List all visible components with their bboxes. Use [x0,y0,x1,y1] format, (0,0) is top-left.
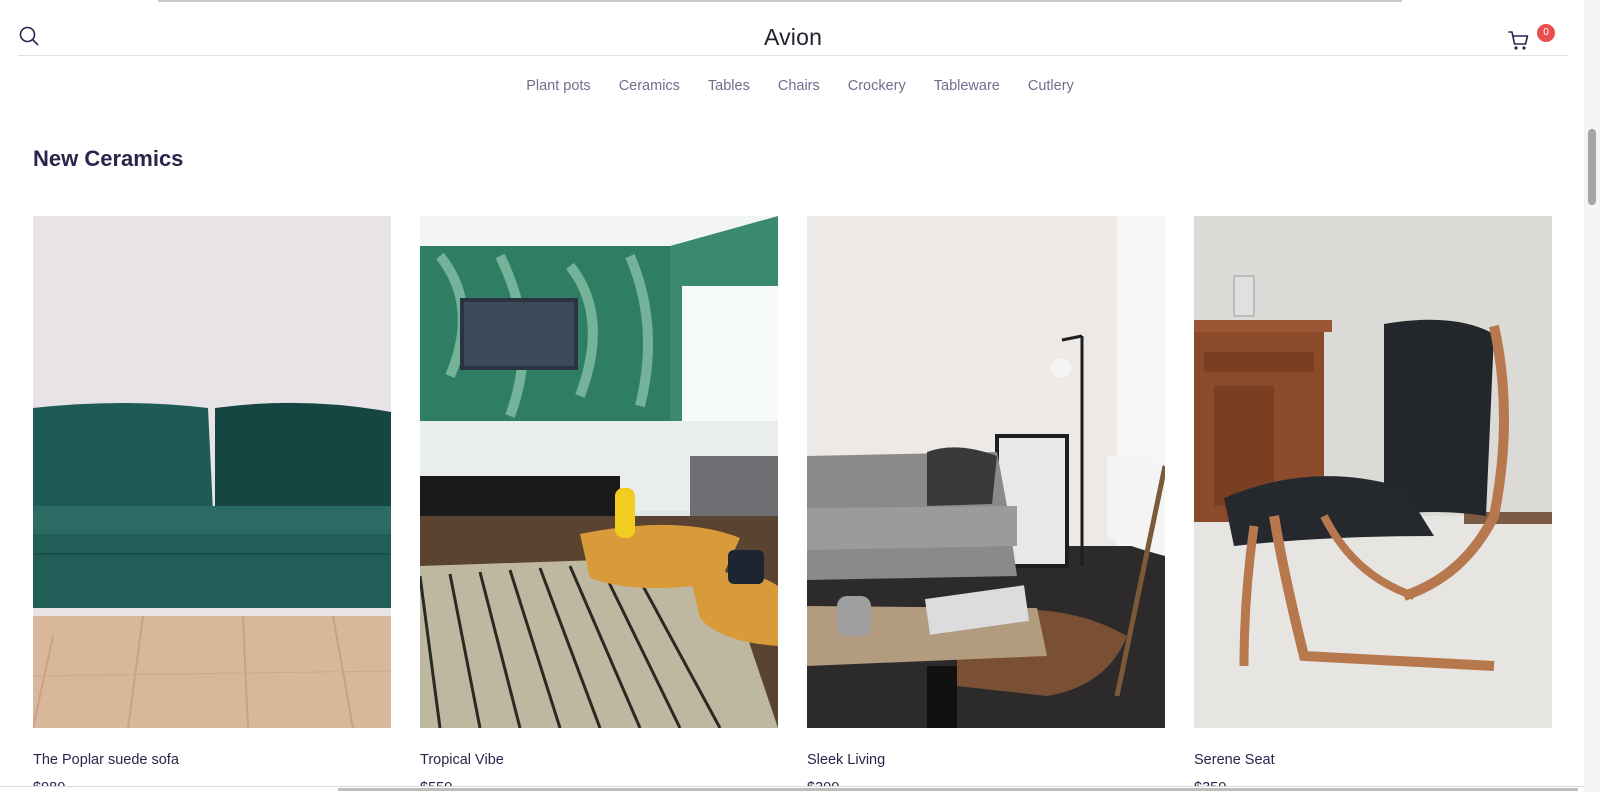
product-image[interactable] [33,216,391,728]
scrollbar-thumb[interactable] [1588,129,1596,205]
nav-item-crockery[interactable]: Crockery [848,78,906,94]
horizontal-scrollbar[interactable] [0,786,1584,792]
nav-item-cutlery[interactable]: Cutlery [1028,78,1074,94]
product-card[interactable]: Sleek Living $300 [807,216,1165,792]
nav-item-tables[interactable]: Tables [708,78,750,94]
site-header: Avion 0 [18,10,1568,56]
nav-item-ceramics[interactable]: Ceramics [619,78,680,94]
product-card[interactable]: The Poplar suede sofa $980 [33,216,391,792]
vertical-scrollbar[interactable] [1584,0,1600,792]
top-scroll-indicator [158,0,1402,2]
product-image[interactable] [807,216,1165,728]
product-image[interactable] [1194,216,1552,728]
cart-icon [1508,31,1529,50]
product-name[interactable]: Tropical Vibe [420,752,504,768]
product-card[interactable]: Tropical Vibe $550 [420,216,778,792]
brand-logo[interactable]: Avion [18,24,1568,51]
nav-item-plant-pots[interactable]: Plant pots [526,78,591,94]
product-name[interactable]: Sleek Living [807,752,885,768]
product-name[interactable]: Serene Seat [1194,752,1275,768]
nav-item-chairs[interactable]: Chairs [778,78,820,94]
product-image[interactable] [420,216,778,728]
nav-item-tableware[interactable]: Tableware [934,78,1000,94]
product-name[interactable]: The Poplar suede sofa [33,752,179,768]
cart-count-badge: 0 [1537,24,1555,42]
horizontal-scrollbar-thumb[interactable] [338,788,1578,791]
section-title: New Ceramics [33,146,184,171]
category-nav: Plant pots Ceramics Tables Chairs Crocke… [0,78,1600,94]
product-card[interactable]: Serene Seat $350 [1194,216,1552,792]
